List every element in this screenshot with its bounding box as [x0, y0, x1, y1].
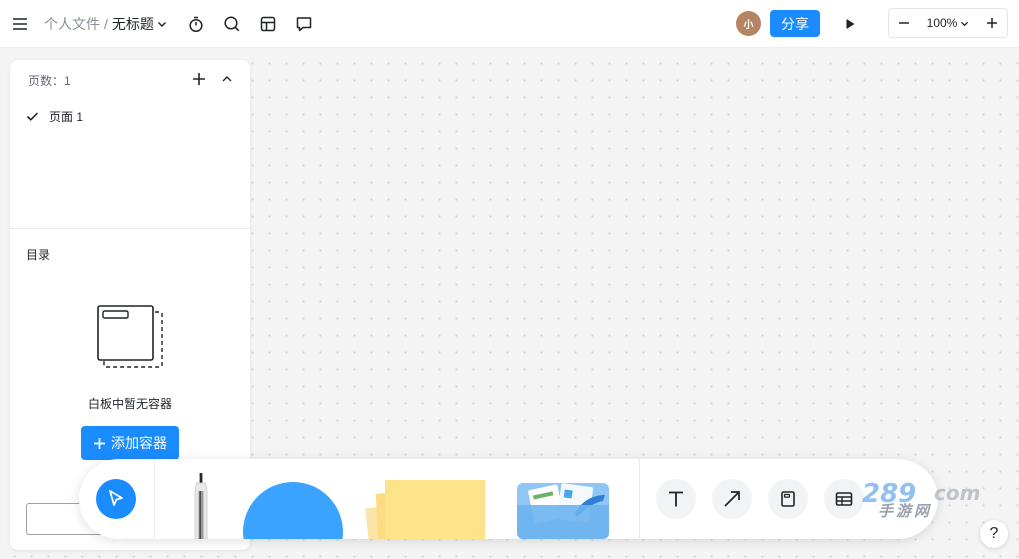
add-container-button[interactable]: 添加容器: [81, 426, 179, 460]
table-icon: [835, 492, 853, 506]
text-tool-button[interactable]: [656, 479, 696, 519]
media-folder-tool-icon[interactable]: [515, 481, 611, 539]
top-bar: 个人文件 / 无标题 小 分享 100%: [0, 0, 1019, 48]
breadcrumb: 个人文件 / 无标题: [44, 14, 167, 34]
toolbar-divider: [154, 459, 155, 539]
zoom-level-text: 100%: [926, 16, 958, 30]
pages-count: 页数：1: [28, 74, 71, 88]
avatar[interactable]: 小: [736, 11, 761, 36]
pen-tool-icon[interactable]: [187, 473, 215, 539]
empty-state-text: 白板中暂无容器: [87, 397, 172, 411]
container-tool-button[interactable]: [768, 479, 808, 519]
container-icon: [781, 491, 795, 507]
zoom-in-button[interactable]: [977, 9, 1007, 37]
chevron-down-icon: [157, 22, 166, 27]
breadcrumb-separator: /: [104, 16, 108, 32]
chevron-down-icon: [961, 21, 969, 26]
zoom-control: 100%: [888, 8, 1008, 38]
add-container-label: 添加容器: [111, 435, 167, 451]
text-icon: [669, 491, 683, 507]
plus-icon: [94, 437, 105, 449]
cursor-arrow-icon: [109, 490, 123, 506]
zoom-level-dropdown[interactable]: 100%: [919, 9, 977, 37]
comment-icon[interactable]: [292, 12, 316, 36]
search-icon[interactable]: [220, 12, 244, 36]
share-button[interactable]: 分享: [770, 10, 820, 37]
help-button[interactable]: ?: [980, 520, 1008, 548]
play-icon[interactable]: [838, 12, 862, 36]
creation-toolbar: [79, 459, 938, 539]
timer-icon[interactable]: [184, 12, 208, 36]
check-icon: [26, 111, 39, 121]
zoom-out-button[interactable]: [889, 9, 919, 37]
arrow-line-icon: [724, 491, 740, 507]
template-icon[interactable]: [256, 12, 280, 36]
menu-icon[interactable]: [8, 12, 32, 36]
plus-icon: [987, 18, 997, 28]
breadcrumb-parent[interactable]: 个人文件: [44, 14, 100, 34]
minus-icon: [899, 22, 909, 24]
page-list-item[interactable]: 页面 1: [24, 106, 236, 126]
doc-title[interactable]: 无标题: [112, 14, 167, 34]
add-page-icon[interactable]: [190, 70, 208, 88]
shape-tool-icon[interactable]: [242, 478, 344, 539]
toolbar-divider: [639, 459, 640, 539]
empty-container-icon: [97, 305, 163, 368]
sticky-note-tool-icon[interactable]: [363, 479, 487, 539]
doc-title-text: 无标题: [111, 16, 154, 32]
collapse-chevron-up-icon[interactable]: [218, 70, 236, 88]
svg-text:com: com: [934, 481, 980, 505]
connector-tool-button[interactable]: [712, 479, 752, 519]
toc-title: 目录: [26, 248, 51, 262]
panel-divider: [10, 228, 250, 229]
select-tool-button[interactable]: [96, 479, 136, 519]
watermark-text: 手游网: [878, 503, 933, 520]
page-label: 页面 1: [49, 109, 84, 124]
